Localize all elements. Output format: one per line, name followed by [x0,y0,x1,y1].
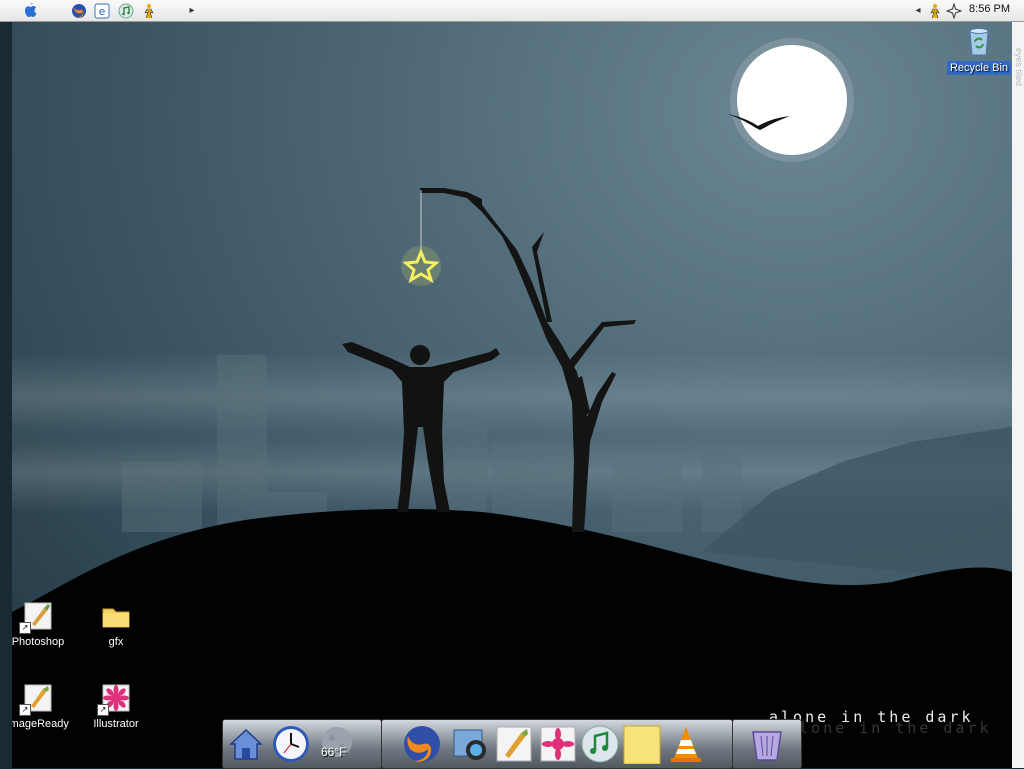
home-icon[interactable] [226,724,266,764]
desktop-icon-label: gfx [108,636,124,648]
desktop-icon-photoshop[interactable]: ↗ Photoshop [12,600,73,648]
svg-text:e: e [99,5,106,18]
ie-icon[interactable]: e [93,2,111,19]
dock-apps-section [381,719,733,769]
moon [737,45,847,155]
recycle-bin-label: Recycle Bin [946,61,1012,75]
itunes-icon[interactable] [580,724,620,764]
expand-menu-arrow[interactable]: ▸ [183,2,201,19]
photoshop-icon: ↗ [19,600,54,634]
vlc-icon[interactable] [666,724,706,764]
apple-icon[interactable] [21,2,39,19]
dock-trash-section [732,719,802,769]
itunes-icon[interactable] [117,2,135,19]
firefox-icon[interactable] [70,2,88,19]
illustrator-icon: ↗ [97,682,132,716]
desktop[interactable]: Recycle Bin ↗ Photoshop gfx ↗ imageReady… [12,22,1012,768]
recycle-bin[interactable]: Recycle Bin [944,26,1012,75]
right-edge-strip: eyes tiled [1012,22,1024,768]
shortcut-arrow-icon: ↗ [19,622,31,634]
dock-widgets-section [222,719,382,769]
menu-bar: e ▸ ◂ 8:56 PM [0,0,1024,22]
aim-icon[interactable] [140,2,158,19]
shortcut-arrow-icon: ↗ [97,704,109,716]
mountains [702,427,1012,582]
desktop-icon-label: imageReady [12,718,69,730]
desktop-icon-label: Photoshop [12,636,65,648]
desktop-icon-illustrator[interactable]: ↗ Illustrator [81,682,151,730]
folder-icon[interactable] [622,724,662,765]
wallpaper-scene [12,38,1012,768]
trash-icon[interactable] [747,724,787,764]
desktop-icon-gfx[interactable]: gfx [81,600,151,648]
starburst-tray-icon[interactable] [945,2,963,19]
right-edge-text: eyes tiled [1014,48,1024,87]
aim-tray-icon[interactable] [926,2,944,19]
recycle-bin-icon [963,26,995,58]
shortcut-arrow-icon: ↗ [19,704,31,716]
clock[interactable]: 8:56 PM [969,3,1010,15]
folder-icon [100,600,132,632]
firefox-icon[interactable] [402,724,442,764]
imageready-icon: ↗ [19,682,54,716]
weather-temperature: 66°F [321,745,347,759]
imageready-icon[interactable] [494,724,534,764]
clock-widget-icon[interactable] [271,724,311,764]
iphoto-icon[interactable] [450,724,490,764]
illustrator-icon[interactable] [538,724,578,764]
desktop-icon-imageready[interactable]: ↗ imageReady [12,682,73,730]
wallpaper-caption-reflection: alone in the dark [787,719,992,737]
desktop-icon-label: Illustrator [93,718,139,730]
collapse-tray-arrow[interactable]: ◂ [909,2,927,19]
